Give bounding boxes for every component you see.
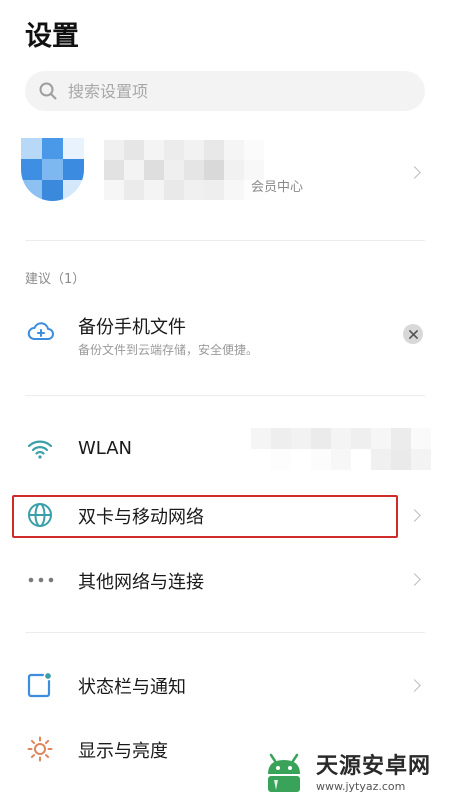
settings-item-label: 显示与亮度 bbox=[78, 741, 168, 762]
avatar bbox=[21, 138, 84, 201]
settings-item-label: WLAN bbox=[78, 438, 133, 459]
watermark-url: www.jytyaz.com bbox=[316, 779, 406, 793]
chevron-right-icon bbox=[408, 166, 421, 179]
account-row[interactable]: 会员中心 bbox=[0, 130, 450, 220]
member-center-label: 会员中心 bbox=[251, 180, 304, 195]
suggestion-subtitle: 备份文件到云端存储，安全便捷。 bbox=[78, 343, 259, 357]
chevron-right-icon bbox=[408, 679, 421, 692]
settings-item-label: 状态栏与通知 bbox=[78, 677, 186, 698]
sun-brightness-icon bbox=[27, 736, 53, 762]
suggestion-backup-files[interactable]: 备份手机文件 备份文件到云端存储，安全便捷。 bbox=[0, 305, 450, 375]
watermark-title: 天源安卓网 bbox=[316, 753, 432, 779]
page-title: 设置 bbox=[25, 21, 79, 52]
wifi-icon bbox=[27, 440, 53, 459]
suggestion-title: 备份手机文件 bbox=[78, 317, 186, 338]
watermark: 天源安卓网 www.jytyaz.com bbox=[258, 740, 450, 800]
suggestions-section-label: 建议（1） bbox=[25, 272, 86, 287]
search-icon bbox=[39, 82, 57, 100]
highlight-annotation bbox=[12, 495, 398, 538]
search-input[interactable] bbox=[66, 80, 400, 102]
chevron-right-icon bbox=[408, 573, 421, 586]
account-name-redacted bbox=[104, 140, 264, 200]
cloud-upload-icon bbox=[27, 322, 54, 340]
chevron-right-icon bbox=[408, 509, 421, 522]
wlan-status-redacted bbox=[251, 428, 431, 470]
settings-item-label: 其他网络与连接 bbox=[78, 572, 204, 593]
settings-item-other-network-connections[interactable]: 其他网络与连接 bbox=[0, 558, 450, 602]
search-bar[interactable] bbox=[25, 71, 425, 111]
more-dots-icon bbox=[28, 577, 54, 583]
status-bar-icon bbox=[27, 672, 53, 698]
divider bbox=[25, 632, 425, 633]
settings-item-status-bar-notifications[interactable]: 状态栏与通知 bbox=[0, 663, 450, 707]
divider bbox=[25, 395, 425, 396]
android-logo-icon bbox=[268, 753, 300, 792]
dismiss-suggestion-button[interactable] bbox=[403, 324, 423, 344]
close-icon bbox=[408, 329, 418, 339]
divider bbox=[25, 240, 425, 241]
